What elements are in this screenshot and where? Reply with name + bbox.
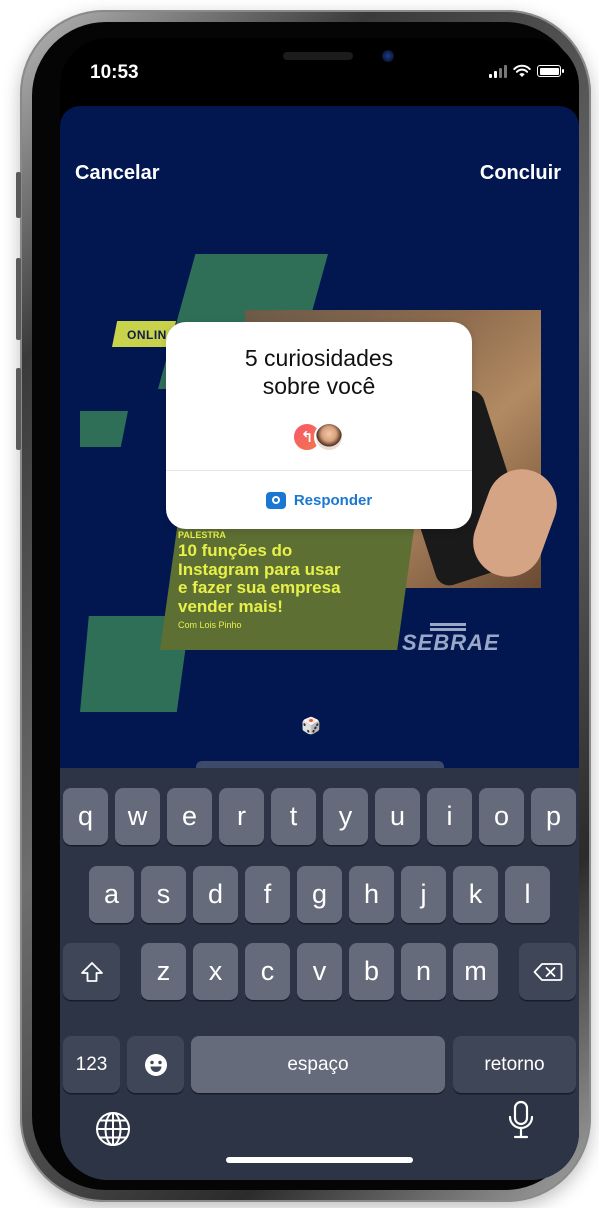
sticker-title: 5 curiosidades sobre você — [166, 344, 472, 400]
key-c[interactable]: c — [245, 943, 290, 1000]
key-d[interactable]: d — [193, 866, 238, 923]
sticker-avatars: ↰ — [292, 420, 352, 454]
key-y[interactable]: y — [323, 788, 368, 845]
wifi-icon — [513, 64, 531, 77]
post-title-line: vender mais! — [178, 596, 283, 616]
post-title-line: e fazer sua empresa — [178, 578, 341, 598]
space-key[interactable]: espaço — [191, 1036, 445, 1093]
key-j[interactable]: j — [401, 866, 446, 923]
shift-key[interactable] — [63, 943, 120, 1000]
key-q[interactable]: q — [63, 788, 108, 845]
key-l[interactable]: l — [505, 866, 550, 923]
volume-down-button — [16, 368, 21, 450]
key-z[interactable]: z — [141, 943, 186, 1000]
status-time: 10:53 — [90, 62, 139, 83]
volume-up-button — [16, 258, 21, 340]
dice-icon[interactable]: 🎲 — [301, 716, 321, 736]
front-camera — [382, 50, 394, 62]
shift-icon — [80, 961, 103, 982]
mute-switch — [16, 172, 21, 218]
key-v[interactable]: v — [297, 943, 342, 1000]
key-h[interactable]: h — [349, 866, 394, 923]
done-button[interactable]: Concluir — [480, 162, 561, 185]
key-r[interactable]: r — [219, 788, 264, 845]
return-key[interactable]: retorno — [453, 1036, 576, 1093]
key-u[interactable]: u — [375, 788, 420, 845]
key-e[interactable]: e — [167, 788, 212, 845]
question-sticker[interactable]: 5 curiosidades sobre você ↰ Responder — [166, 322, 472, 529]
key-f[interactable]: f — [245, 866, 290, 923]
key-k[interactable]: k — [453, 866, 498, 923]
post-text: PALESTRA 10 funções do Instagram para us… — [178, 530, 341, 631]
notch — [175, 38, 465, 90]
emoji-icon — [144, 1053, 167, 1076]
green-shape — [80, 411, 128, 447]
key-a[interactable]: a — [89, 866, 134, 923]
battery-icon — [537, 65, 564, 77]
post-title-line: 10 funções do — [178, 540, 293, 560]
key-n[interactable]: n — [401, 943, 446, 1000]
reply-button[interactable]: Responder — [166, 472, 472, 528]
key-t[interactable]: t — [271, 788, 316, 845]
sticker-title-line: 5 curiosidades — [244, 345, 394, 371]
cancel-button[interactable]: Cancelar — [75, 162, 160, 185]
mic-icon[interactable] — [507, 1100, 535, 1140]
backspace-key[interactable] — [519, 943, 576, 1000]
sticker-title-line: sobre você — [262, 373, 376, 400]
backspace-icon — [533, 962, 562, 981]
numbers-key[interactable]: 123 — [63, 1036, 120, 1093]
post-kicker: PALESTRA — [178, 530, 226, 540]
emoji-key[interactable] — [127, 1036, 184, 1093]
key-i[interactable]: i — [427, 788, 472, 845]
globe-icon[interactable] — [94, 1110, 132, 1148]
post-title-line: Instagram para usar — [178, 559, 341, 579]
key-p[interactable]: p — [531, 788, 576, 845]
reply-label: Responder — [293, 491, 373, 509]
sebrae-logo: SEBRAE — [402, 630, 500, 655]
earpiece-speaker — [283, 52, 353, 60]
camera-icon — [265, 491, 286, 509]
avatar — [314, 422, 344, 452]
key-s[interactable]: s — [141, 866, 186, 923]
key-m[interactable]: m — [453, 943, 498, 1000]
post-online-tag: ONLIN — [127, 328, 167, 342]
signal-icon — [489, 64, 507, 78]
home-indicator[interactable] — [226, 1157, 413, 1163]
status-icons — [489, 64, 564, 78]
key-w[interactable]: w — [115, 788, 160, 845]
key-g[interactable]: g — [297, 866, 342, 923]
post-author: Com Lois Pinho — [178, 619, 242, 630]
key-o[interactable]: o — [479, 788, 524, 845]
sticker-divider — [166, 470, 472, 471]
phone-screen: 10:53 ONLIN PALESTRA 10 funções do Insta… — [60, 38, 579, 1180]
keyboard: q w e r t y u i o p a s d f g h j k l z … — [60, 768, 579, 1180]
key-x[interactable]: x — [193, 943, 238, 1000]
key-b[interactable]: b — [349, 943, 394, 1000]
